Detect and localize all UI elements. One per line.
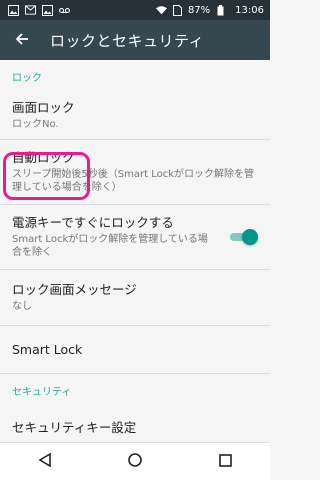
pref-lock-message[interactable]: ロック画面メッセージ なし [0,270,270,326]
image-icon [42,4,53,16]
home-circle-icon [128,452,142,471]
sim-icon [172,4,183,16]
nav-back-button[interactable] [25,443,65,480]
pref-security-key[interactable]: セキュリティキー設定 [0,406,270,442]
navigation-bar [0,442,270,480]
battery-percent: 87% [187,4,211,16]
pref-summary: Smart Lockがロック解除を管理している場合を除く [12,234,208,258]
pref-title: セキュリティキー設定 [12,420,137,435]
battery-icon [215,4,226,16]
pref-summary: スリープ開始後5秒後（Smart Lockがロック解除を管理している場合を除く） [12,169,254,193]
pref-title: Smart Lock [12,341,83,357]
image-icon [8,4,19,16]
section-header-security: セキュリティ [12,386,72,398]
clock: 13:06 [235,4,264,16]
pref-title: ロック画面メッセージ [12,282,137,297]
nav-home-button[interactable] [115,443,155,480]
pref-summary: ロックNo. [12,119,59,130]
mail-icon [25,5,36,16]
page-title: ロックとセキュリティ [50,31,205,50]
pref-power-key-lock[interactable]: 電源キーですぐにロックする Smart Lockがロック解除を管理している場合を… [0,205,270,270]
section-header-lock: ロック [12,72,42,84]
back-button[interactable] [0,20,44,60]
pref-summary: なし [12,301,32,312]
pref-title: 電源キーですぐにロックする [12,215,174,230]
status-bar: 87% 13:06 [0,0,270,20]
switch-thumb [242,229,258,245]
pref-smart-lock[interactable]: Smart Lock [0,326,270,374]
arrow-back-icon [15,31,29,50]
back-triangle-icon [38,452,52,471]
wifi-icon [155,5,167,16]
nav-recents-button[interactable] [205,443,245,480]
power-key-lock-switch[interactable] [228,229,258,245]
pref-title: 自動ロック [12,150,75,165]
pref-screen-lock[interactable]: 画面ロック ロックNo. [0,92,270,140]
pref-title: 画面ロック [12,100,75,115]
voicemail-icon [59,5,70,16]
app-bar: ロックとセキュリティ [0,20,270,60]
recents-square-icon [218,452,232,471]
pref-auto-lock[interactable]: 自動ロック スリープ開始後5秒後（Smart Lockがロック解除を管理している… [0,140,270,205]
notification-icons [8,4,70,16]
pref-text: 電源キーですぐにロックする Smart Lockがロック解除を管理している場合を… [12,215,258,259]
settings-list[interactable]: ロック 画面ロック ロックNo. 自動ロック スリープ開始後5秒後（Smart … [0,60,270,442]
system-icons: 87% 13:06 [155,4,264,16]
